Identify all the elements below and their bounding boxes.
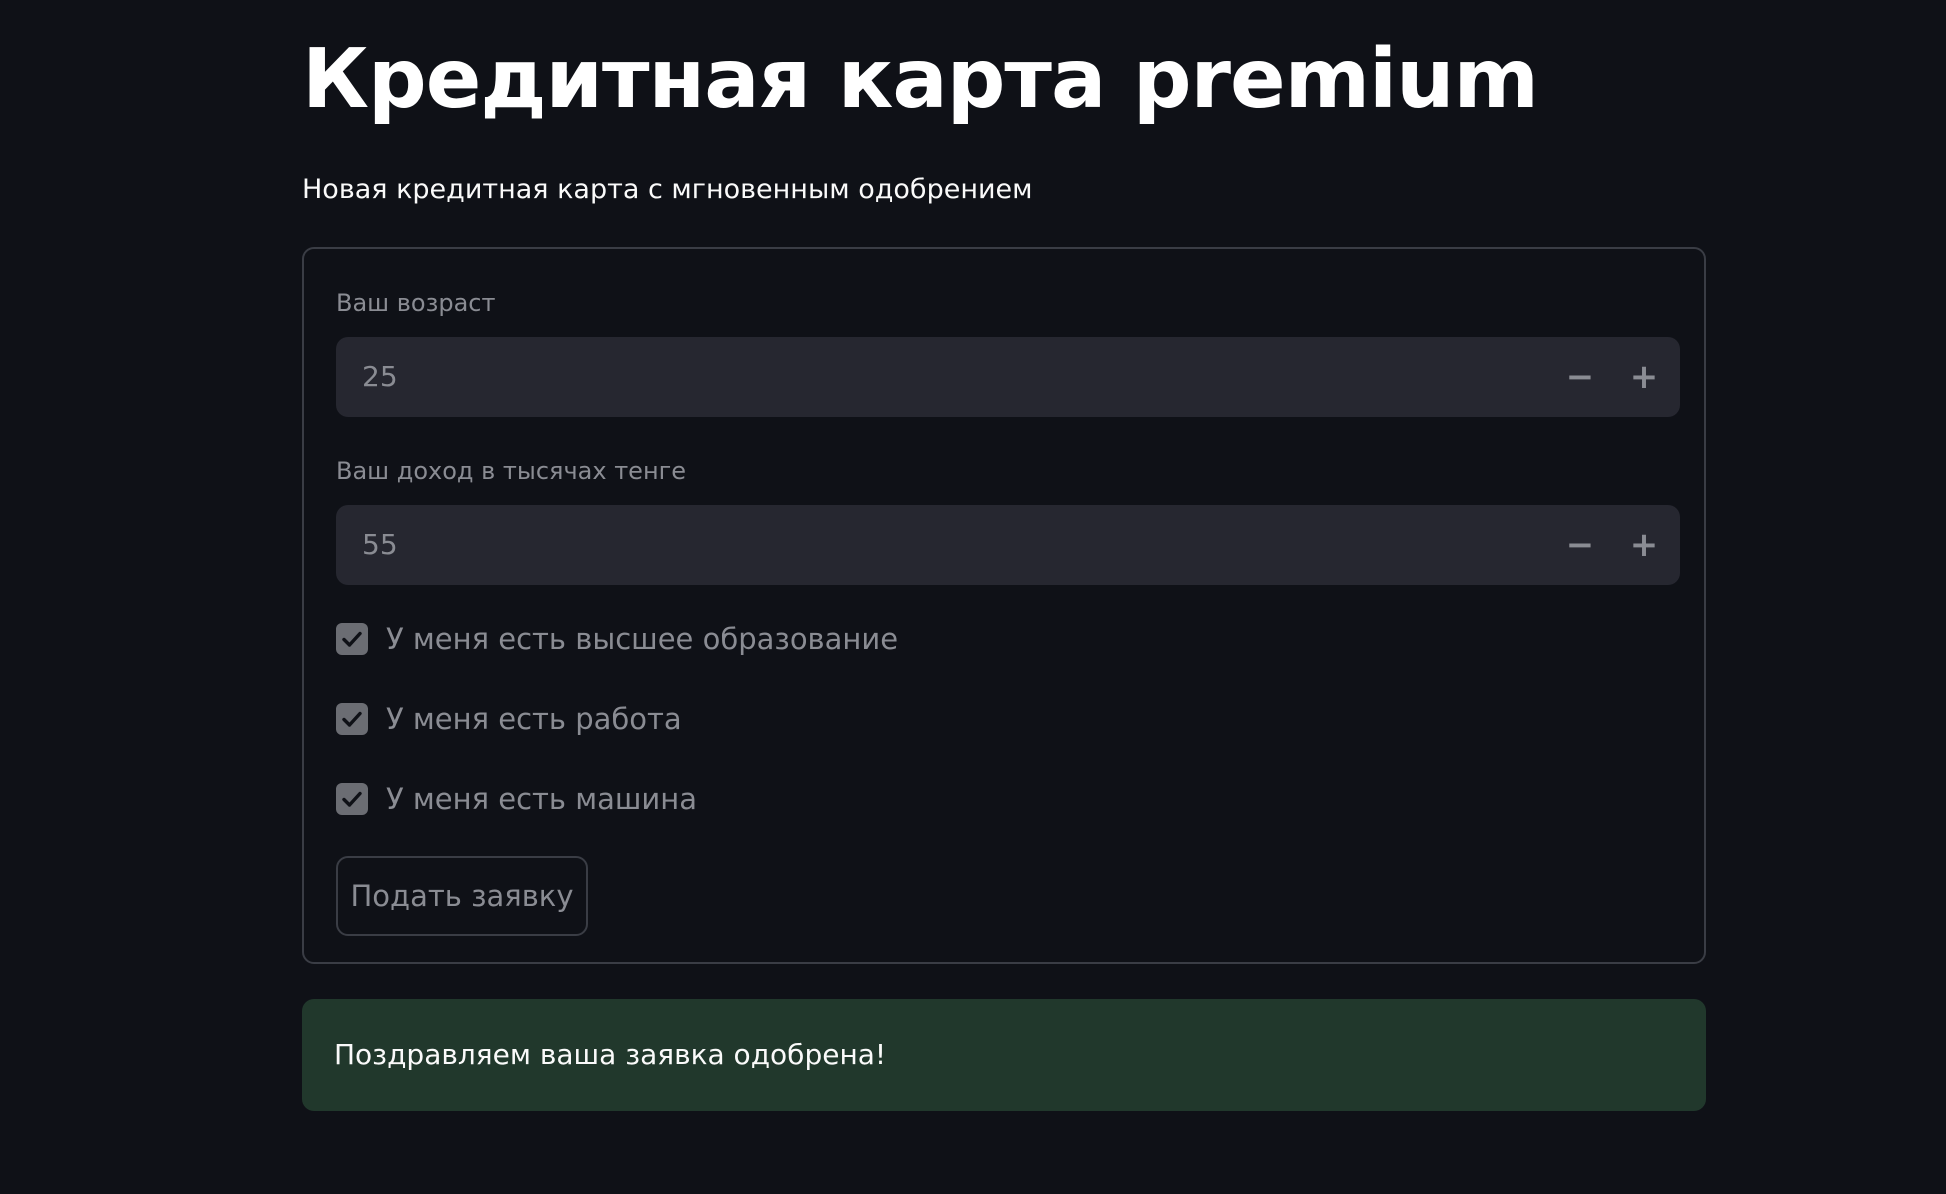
age-number-input: − + bbox=[336, 337, 1680, 417]
age-increment-button[interactable]: + bbox=[1616, 349, 1672, 405]
check-icon bbox=[342, 711, 362, 727]
plus-icon: + bbox=[1629, 525, 1659, 565]
income-number-input: − + bbox=[336, 505, 1680, 585]
success-alert: Поздравляем ваша заявка одобрена! bbox=[302, 999, 1706, 1111]
check-icon bbox=[342, 631, 362, 647]
minus-icon: − bbox=[1565, 525, 1595, 565]
checkbox[interactable] bbox=[336, 623, 368, 655]
page-title: Кредитная карта premium bbox=[302, 32, 1539, 127]
plus-icon: + bbox=[1629, 357, 1659, 397]
minus-icon: − bbox=[1565, 357, 1595, 397]
income-increment-button[interactable]: + bbox=[1616, 517, 1672, 573]
checkbox-label: У меня есть работа bbox=[386, 702, 682, 736]
income-input[interactable] bbox=[362, 505, 1362, 585]
checkbox[interactable] bbox=[336, 703, 368, 735]
age-label: Ваш возраст bbox=[336, 289, 496, 317]
age-input[interactable] bbox=[362, 337, 1362, 417]
age-decrement-button[interactable]: − bbox=[1552, 349, 1608, 405]
checkbox[interactable] bbox=[336, 783, 368, 815]
checkbox-has-car[interactable]: У меня есть машина bbox=[336, 779, 697, 819]
checkbox-label: У меня есть высшее образование bbox=[386, 622, 899, 656]
check-icon bbox=[342, 791, 362, 807]
income-label: Ваш доход в тысячах тенге bbox=[336, 457, 687, 485]
income-decrement-button[interactable]: − bbox=[1552, 517, 1608, 573]
checkbox-higher-education[interactable]: У меня есть высшее образование bbox=[336, 619, 898, 659]
page-subtitle: Новая кредитная карта с мгновенным одобр… bbox=[302, 174, 1033, 205]
success-message: Поздравляем ваша заявка одобрена! bbox=[334, 1038, 887, 1071]
application-form: Ваш возраст − + Ваш доход в тысячах тенг… bbox=[302, 247, 1706, 964]
submit-application-button[interactable]: Подать заявку bbox=[336, 856, 588, 936]
checkbox-has-job[interactable]: У меня есть работа bbox=[336, 699, 682, 739]
checkbox-label: У меня есть машина bbox=[386, 782, 697, 816]
